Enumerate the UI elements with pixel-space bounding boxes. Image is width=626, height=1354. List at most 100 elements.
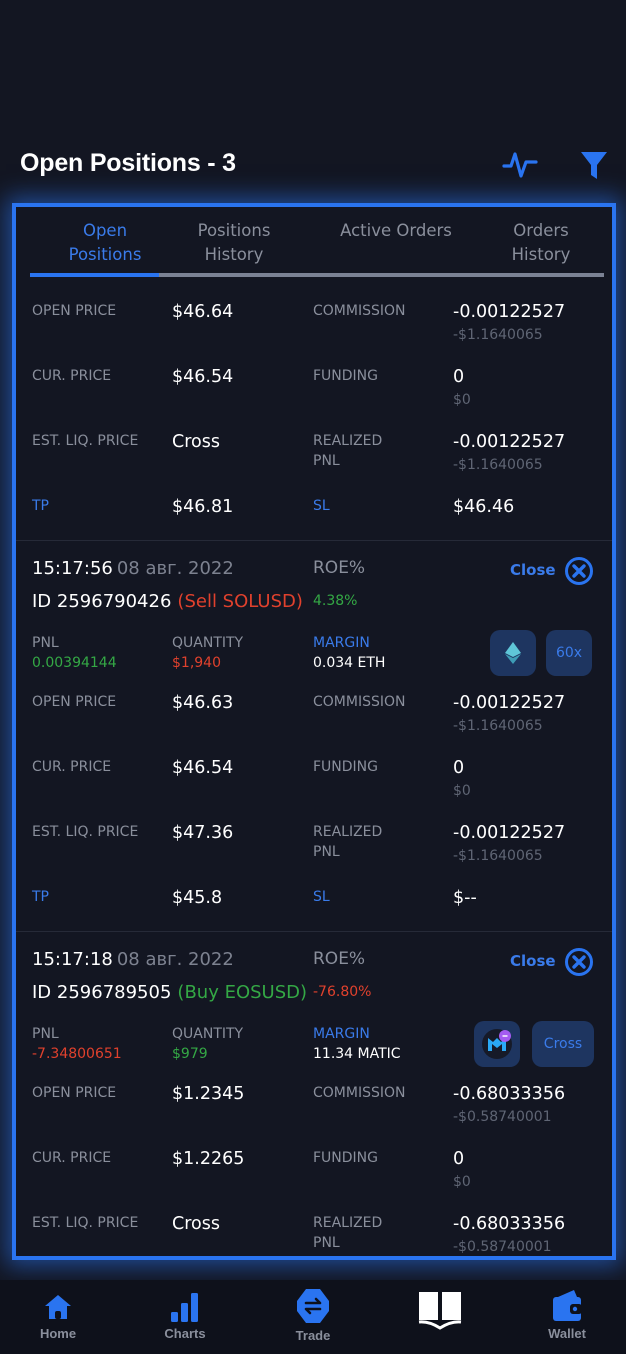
label: EST. LIQ. PRICE bbox=[32, 824, 139, 840]
row-liq-price: EST. LIQ. PRICE $47.36 REALIZED PNL -0.0… bbox=[16, 822, 612, 882]
page-title: Open Positions - 3 bbox=[20, 149, 236, 177]
funding-usd: $0 bbox=[453, 783, 471, 799]
label: OPEN PRICE bbox=[32, 303, 117, 319]
sl-value: $46.46 bbox=[453, 497, 515, 517]
realized-pnl-usd: -$0.58740001 bbox=[453, 1239, 552, 1255]
label: FUNDING bbox=[313, 368, 379, 384]
realized-pnl-value: -0.68033356 bbox=[453, 1214, 566, 1234]
label: CUR. PRICE bbox=[32, 759, 112, 775]
label: EST. LIQ. PRICE bbox=[32, 1215, 139, 1231]
open-price-value: $46.64 bbox=[172, 302, 234, 322]
quantity-value: $1,940 bbox=[172, 655, 221, 671]
nav-trade[interactable]: Trade bbox=[273, 1289, 353, 1343]
commission-value: -0.00122527 bbox=[453, 302, 566, 322]
close-circle-icon[interactable] bbox=[564, 556, 594, 586]
tab-active-orders[interactable]: Active Orders bbox=[316, 219, 476, 243]
label: FUNDING bbox=[313, 759, 379, 775]
tab-label: History bbox=[204, 245, 264, 264]
coin-button[interactable] bbox=[474, 1021, 520, 1067]
margin-value: 11.34 MATIC bbox=[313, 1046, 401, 1062]
bar-chart-icon bbox=[171, 1293, 198, 1322]
row-liq-price: EST. LIQ. PRICE Cross REALIZED PNL -0.00… bbox=[16, 431, 612, 491]
margin-label[interactable]: MARGIN bbox=[313, 1024, 370, 1044]
tab-label: Active Orders bbox=[340, 221, 452, 240]
trade-exchange-icon bbox=[297, 1289, 329, 1323]
tab-orders-history[interactable]: Orders History bbox=[486, 219, 596, 267]
tab-bar: Open Positions Positions History Active … bbox=[16, 207, 612, 283]
divider bbox=[16, 931, 612, 932]
label: CUR. PRICE bbox=[32, 368, 112, 384]
label: REALIZED bbox=[313, 824, 383, 840]
position-time: 15:17:18 08 авг. 2022 bbox=[32, 949, 234, 970]
row-open-price: OPEN PRICE $1.2345 COMMISSION -0.6803335… bbox=[16, 1083, 612, 1143]
divider bbox=[16, 540, 612, 541]
open-price-value: $46.63 bbox=[172, 693, 234, 713]
commission-value: -0.00122527 bbox=[453, 693, 566, 713]
pnl-value: -7.34800651 bbox=[32, 1046, 122, 1062]
row-cur-price: CUR. PRICE $46.54 FUNDING 0 $0 bbox=[16, 366, 612, 426]
liq-price-value: $47.36 bbox=[172, 823, 234, 843]
tab-positions-history[interactable]: Positions History bbox=[174, 219, 294, 267]
polygon-matic-icon bbox=[482, 1029, 512, 1059]
funding-value: 0 bbox=[453, 1149, 465, 1169]
roe-label: ROE% bbox=[313, 558, 366, 578]
cur-price-value: $1.2265 bbox=[172, 1149, 245, 1169]
commission-usd: -$0.58740001 bbox=[453, 1109, 552, 1125]
time: 15:17:18 bbox=[32, 949, 113, 970]
label: TP bbox=[32, 889, 49, 905]
cur-price-value: $46.54 bbox=[172, 367, 234, 387]
label: QUANTITY bbox=[172, 1026, 244, 1042]
leverage-button[interactable]: Cross bbox=[532, 1021, 594, 1067]
tab-scrollbar[interactable] bbox=[30, 273, 604, 277]
positions-panel: Open Positions Positions History Active … bbox=[12, 203, 616, 1260]
leverage-value: 60x bbox=[555, 645, 583, 661]
label: CUR. PRICE bbox=[32, 1150, 112, 1166]
label: OPEN PRICE bbox=[32, 694, 117, 710]
nav-charts[interactable]: Charts bbox=[145, 1292, 225, 1341]
label: REALIZED bbox=[313, 1215, 383, 1231]
tp-value: $46.81 bbox=[172, 497, 234, 517]
nav-label: Home bbox=[39, 1326, 77, 1341]
book-icon bbox=[418, 1292, 462, 1330]
funding-value: 0 bbox=[453, 758, 465, 778]
roe-value: -76.80% bbox=[313, 984, 372, 1000]
open-price-value: $1.2345 bbox=[172, 1084, 245, 1104]
close-circle-icon[interactable] bbox=[564, 947, 594, 977]
realized-pnl-value: -0.00122527 bbox=[453, 823, 566, 843]
positions-list[interactable]: OPEN PRICE $46.64 COMMISSION -0.00122527… bbox=[16, 283, 612, 1256]
margin-label[interactable]: MARGIN bbox=[313, 633, 370, 653]
filter-icon[interactable] bbox=[576, 146, 612, 182]
close-button[interactable]: Close bbox=[510, 561, 556, 579]
label: EST. LIQ. PRICE bbox=[32, 433, 139, 449]
funding-usd: $0 bbox=[453, 392, 471, 408]
nav-label: Wallet bbox=[548, 1326, 586, 1341]
label: COMMISSION bbox=[313, 694, 406, 710]
funding-usd: $0 bbox=[453, 1174, 471, 1190]
tab-open-positions[interactable]: Open Positions bbox=[40, 219, 170, 267]
row-cur-price: CUR. PRICE $1.2265 FUNDING 0 $0 bbox=[16, 1148, 612, 1208]
wallet-icon bbox=[553, 1290, 582, 1321]
nav-book[interactable] bbox=[400, 1292, 480, 1332]
label: PNL bbox=[313, 453, 340, 469]
row-cur-price: CUR. PRICE $46.54 FUNDING 0 $0 bbox=[16, 757, 612, 817]
ethereum-icon bbox=[505, 642, 521, 664]
page-header: Open Positions - 3 bbox=[0, 140, 626, 190]
date: 08 авг. 2022 bbox=[116, 949, 234, 970]
row-open-price: OPEN PRICE $46.63 COMMISSION -0.00122527… bbox=[16, 692, 612, 752]
nav-home[interactable]: Home bbox=[18, 1292, 98, 1341]
position-id: ID 2596789505 (Buy EOSUSD) bbox=[32, 982, 307, 1003]
close-button[interactable]: Close bbox=[510, 952, 556, 970]
tab-label: Orders bbox=[513, 221, 569, 240]
tab-label: Open bbox=[82, 221, 128, 240]
funding-value: 0 bbox=[453, 367, 465, 387]
pulse-icon[interactable] bbox=[502, 146, 538, 182]
commission-value: -0.68033356 bbox=[453, 1084, 566, 1104]
side-symbol: (Sell SOLUSD) bbox=[177, 591, 303, 612]
label: SL bbox=[313, 889, 330, 905]
realized-pnl-usd: -$1.1640065 bbox=[453, 848, 543, 864]
coin-button[interactable] bbox=[490, 630, 536, 676]
nav-wallet[interactable]: Wallet bbox=[527, 1290, 607, 1341]
leverage-button[interactable]: 60x bbox=[546, 630, 592, 676]
sl-value: $-- bbox=[453, 888, 477, 908]
tab-scrollbar-thumb[interactable] bbox=[30, 273, 160, 277]
